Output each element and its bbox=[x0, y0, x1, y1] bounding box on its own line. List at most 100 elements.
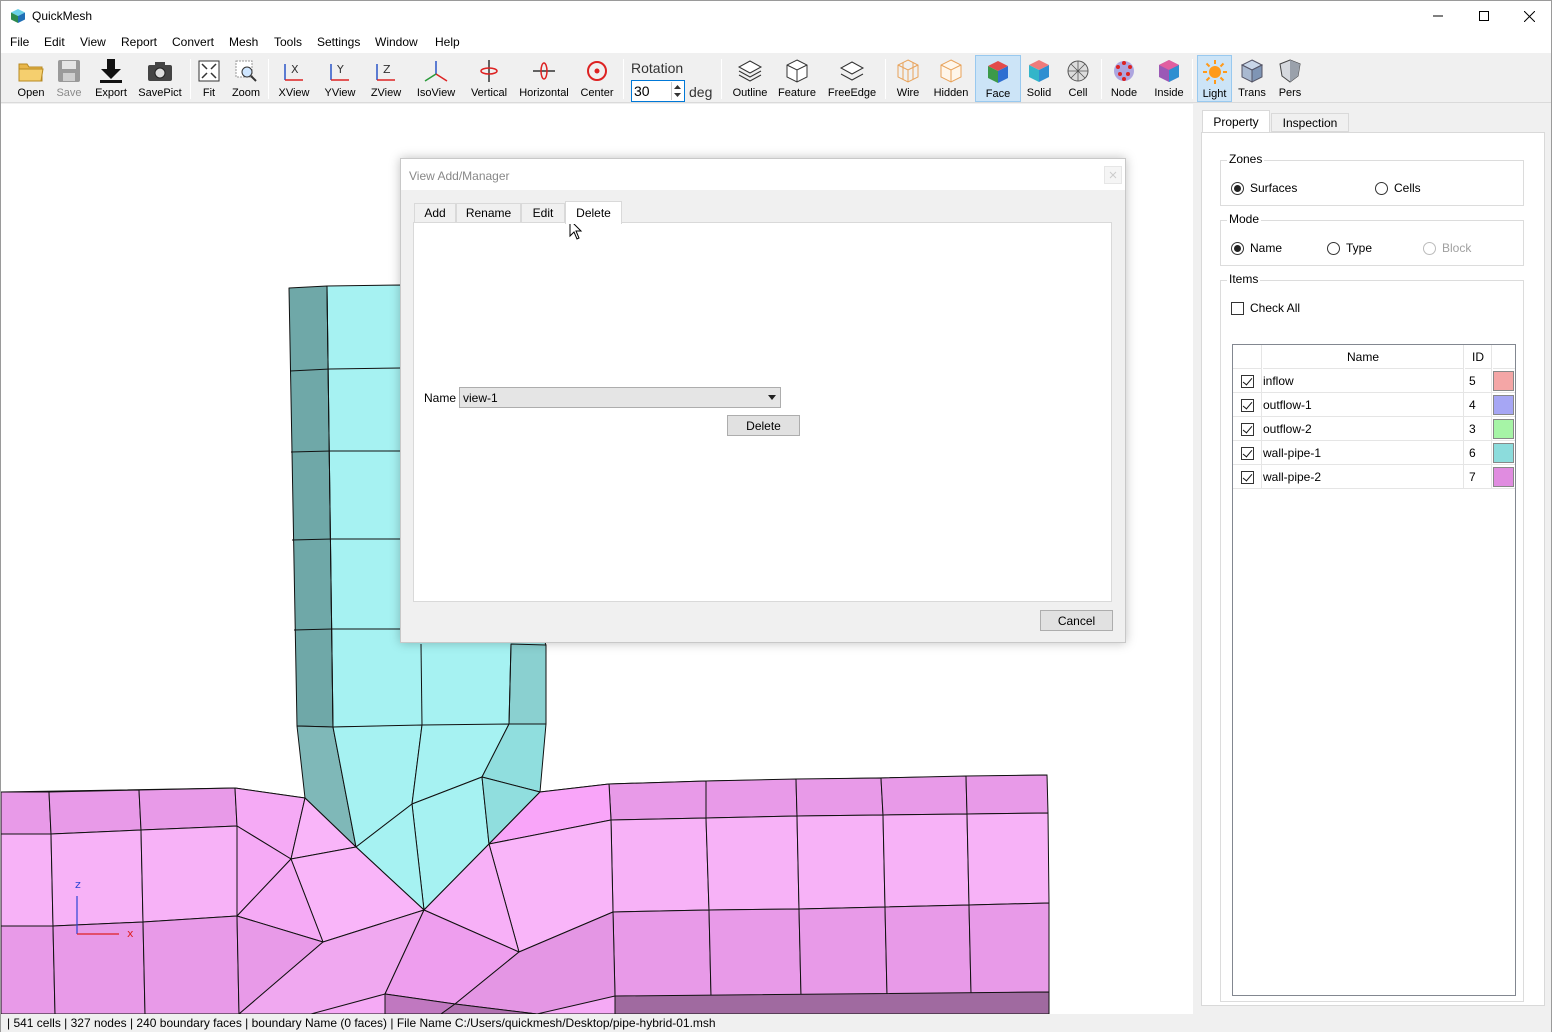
dialog-close-button[interactable] bbox=[1104, 166, 1122, 184]
svg-text:Y: Y bbox=[336, 63, 344, 76]
dialog-title-bar[interactable]: View Add/Manager bbox=[401, 159, 1125, 190]
row-color-swatch[interactable] bbox=[1493, 371, 1514, 391]
tab-delete[interactable]: Delete bbox=[565, 201, 622, 224]
menu-convert[interactable]: Convert bbox=[172, 35, 214, 49]
wire-button[interactable]: Wire bbox=[891, 55, 925, 102]
tab-rename[interactable]: Rename bbox=[456, 203, 521, 223]
trans-button[interactable]: Trans bbox=[1235, 55, 1269, 102]
maximize-button[interactable] bbox=[1461, 1, 1507, 31]
horizontal-rotate-icon bbox=[533, 62, 555, 80]
open-button[interactable]: Open bbox=[13, 55, 49, 102]
table-row[interactable]: inflow 5 bbox=[1233, 369, 1515, 393]
table-row[interactable]: outflow-2 3 bbox=[1233, 417, 1515, 441]
menu-edit[interactable]: Edit bbox=[44, 35, 65, 49]
vertical-rotate-icon bbox=[480, 60, 498, 82]
vertical-button[interactable]: Vertical bbox=[467, 55, 511, 102]
row-color-swatch[interactable] bbox=[1493, 443, 1514, 463]
rotation-stepper[interactable] bbox=[671, 82, 683, 100]
feature-button[interactable]: Feature bbox=[775, 55, 819, 102]
yview-button[interactable]: Y YView bbox=[321, 55, 359, 102]
cancel-button[interactable]: Cancel bbox=[1040, 610, 1113, 631]
menu-view[interactable]: View bbox=[80, 35, 106, 49]
surfaces-radio[interactable]: Surfaces bbox=[1231, 181, 1297, 195]
view-name-dropdown[interactable]: view-1 bbox=[459, 387, 781, 408]
perspective-shield-icon bbox=[1279, 59, 1301, 83]
zones-title: Zones bbox=[1227, 152, 1265, 166]
inside-button[interactable]: Inside bbox=[1151, 55, 1187, 102]
menu-settings[interactable]: Settings bbox=[317, 35, 360, 49]
row-checkbox[interactable] bbox=[1240, 470, 1254, 484]
delete-button[interactable]: Delete bbox=[727, 415, 800, 436]
type-mode-radio[interactable]: Type bbox=[1327, 241, 1372, 255]
tab-add[interactable]: Add bbox=[414, 203, 456, 223]
toolbar: Open Save Export SavePict Fit Zoom X XVi… bbox=[1, 54, 1551, 103]
rotation-input[interactable] bbox=[634, 83, 668, 99]
row-checkbox[interactable] bbox=[1240, 446, 1254, 460]
row-id: 5 bbox=[1465, 369, 1492, 393]
outline-button[interactable]: Outline bbox=[729, 55, 771, 102]
free-edge-icon bbox=[839, 61, 865, 81]
zview-button[interactable]: Z ZView bbox=[367, 55, 405, 102]
svg-text:Z: Z bbox=[383, 63, 391, 76]
minimize-button[interactable] bbox=[1415, 1, 1461, 31]
check-all-box[interactable] bbox=[1231, 301, 1244, 315]
table-row[interactable]: wall-pipe-1 6 bbox=[1233, 441, 1515, 465]
tab-property[interactable]: Property bbox=[1202, 110, 1270, 133]
menu-bar: File Edit View Report Convert Mesh Tools… bbox=[1, 31, 1551, 53]
center-button[interactable]: Center bbox=[577, 55, 617, 102]
x-view-icon: X bbox=[284, 63, 303, 81]
tab-edit[interactable]: Edit bbox=[521, 203, 565, 223]
row-checkbox[interactable] bbox=[1240, 398, 1254, 412]
hidden-button[interactable]: Hidden bbox=[931, 55, 971, 102]
fit-button[interactable]: Fit bbox=[195, 55, 223, 102]
menu-report[interactable]: Report bbox=[121, 35, 157, 49]
view-manager-dialog: View Add/Manager Add Rename Edit Delete … bbox=[400, 158, 1126, 643]
horizontal-button[interactable]: Horizontal bbox=[517, 55, 571, 102]
row-color-swatch[interactable] bbox=[1493, 395, 1514, 415]
cells-radio-indicator[interactable] bbox=[1375, 181, 1388, 195]
light-button[interactable]: Light bbox=[1197, 55, 1232, 102]
check-all-checkbox[interactable]: Check All bbox=[1231, 301, 1300, 315]
row-checkbox[interactable] bbox=[1240, 422, 1254, 436]
node-button[interactable]: Node bbox=[1107, 55, 1141, 102]
property-panel-body: Zones Surfaces Cells Mode Name Type Bloc… bbox=[1201, 132, 1545, 1006]
table-row[interactable]: wall-pipe-2 7 bbox=[1233, 465, 1515, 489]
row-color-swatch[interactable] bbox=[1493, 467, 1514, 487]
row-color-swatch[interactable] bbox=[1493, 419, 1514, 439]
surfaces-radio-indicator[interactable] bbox=[1231, 181, 1244, 195]
type-mode-radio-indicator[interactable] bbox=[1327, 241, 1340, 255]
menu-file[interactable]: File bbox=[10, 35, 29, 49]
column-header-name[interactable]: Name bbox=[1263, 345, 1464, 369]
freeedge-button[interactable]: FreeEdge bbox=[825, 55, 879, 102]
menu-help[interactable]: Help bbox=[435, 35, 460, 49]
items-table[interactable]: Name ID inflow 5 outflow-1 4 outflow-2 3… bbox=[1232, 344, 1516, 996]
close-button[interactable] bbox=[1506, 1, 1552, 31]
cells-radio[interactable]: Cells bbox=[1375, 181, 1421, 195]
savepict-button[interactable]: SavePict bbox=[137, 55, 183, 102]
rotation-spinbox[interactable] bbox=[631, 80, 685, 102]
menu-mesh[interactable]: Mesh bbox=[229, 35, 258, 49]
tab-inspection[interactable]: Inspection bbox=[1271, 113, 1349, 132]
export-button[interactable]: Export bbox=[91, 55, 131, 102]
face-button[interactable]: Face bbox=[975, 55, 1021, 102]
row-checkbox[interactable] bbox=[1240, 374, 1254, 388]
property-panel: Property Inspection Zones Surfaces Cells… bbox=[1200, 110, 1546, 1009]
cell-button[interactable]: Cell bbox=[1063, 55, 1093, 102]
menu-tools[interactable]: Tools bbox=[274, 35, 302, 49]
isoview-button[interactable]: IsoView bbox=[413, 55, 459, 102]
solid-button[interactable]: Solid bbox=[1023, 55, 1055, 102]
fit-screen-icon bbox=[198, 60, 220, 82]
save-icon bbox=[58, 60, 80, 82]
column-header-id[interactable]: ID bbox=[1465, 345, 1492, 369]
save-button[interactable]: Save bbox=[51, 55, 87, 102]
xview-button[interactable]: X XView bbox=[275, 55, 313, 102]
items-title: Items bbox=[1227, 272, 1261, 286]
zoom-button[interactable]: Zoom bbox=[229, 55, 263, 102]
pers-button[interactable]: Pers bbox=[1275, 55, 1305, 102]
menu-window[interactable]: Window bbox=[375, 35, 418, 49]
name-mode-radio-indicator[interactable] bbox=[1231, 241, 1244, 255]
wire-cube-icon bbox=[897, 59, 919, 83]
name-mode-radio[interactable]: Name bbox=[1231, 241, 1282, 255]
solid-cube-icon bbox=[1029, 60, 1049, 82]
table-row[interactable]: outflow-1 4 bbox=[1233, 393, 1515, 417]
